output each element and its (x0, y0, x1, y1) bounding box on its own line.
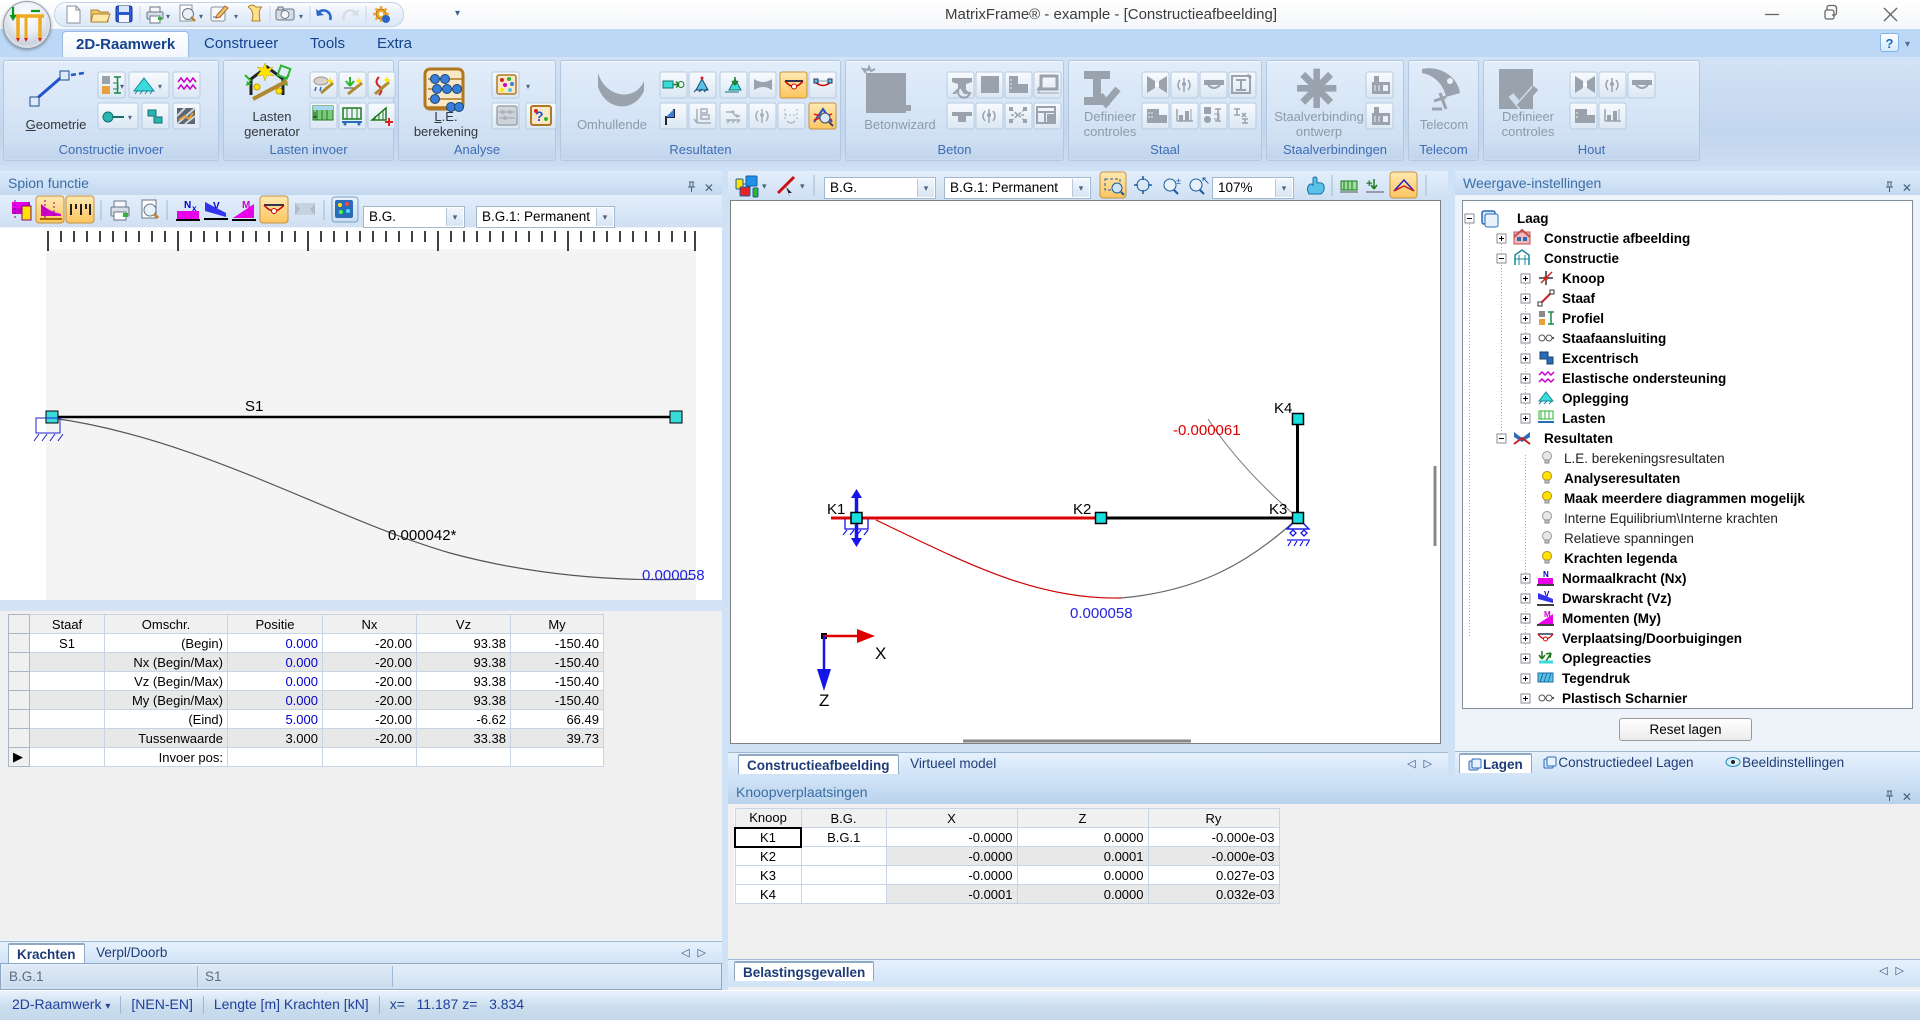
svg-text:Verplaatsing/Doorbuigingen: Verplaatsing/Doorbuigingen (1562, 631, 1742, 646)
svg-text:Relatieve spanningen: Relatieve spanningen (1564, 531, 1694, 546)
svg-text:Oplegging: Oplegging (1562, 391, 1629, 406)
svg-text:Staafaansluiting: Staafaansluiting (1562, 331, 1666, 346)
svg-text:Interne Equilibrium\Interne kr: Interne Equilibrium\Interne krachten (1564, 511, 1778, 526)
svg-text:Analyseresultaten: Analyseresultaten (1564, 471, 1680, 486)
svg-text:▾: ▾ (299, 12, 303, 21)
svg-text:Dwarskracht (Vz): Dwarskracht (Vz) (1562, 591, 1672, 606)
svg-text:▾: ▾ (199, 12, 203, 21)
svg-text:Resultaten: Resultaten (1544, 431, 1613, 446)
svg-text:L.E. berekeningsresultaten: L.E. berekeningsresultaten (1564, 451, 1725, 466)
svg-text:N: N (1543, 570, 1549, 579)
svg-text:Lasten: Lasten (1562, 411, 1606, 426)
svg-text:±: ± (1176, 176, 1181, 186)
svg-text:Tegendruk: Tegendruk (1562, 671, 1630, 686)
svg-text:-0.000061: -0.000061 (1173, 422, 1241, 439)
svg-text:0.000042*: 0.000042* (388, 527, 457, 544)
svg-text:Plastisch Scharnier: Plastisch Scharnier (1562, 691, 1688, 706)
svg-text:▾: ▾ (234, 12, 238, 21)
svg-text:Oplegreacties: Oplegreacties (1562, 651, 1651, 666)
svg-text:+: + (1366, 178, 1372, 190)
svg-text:Momenten (My): Momenten (My) (1562, 611, 1661, 626)
svg-text:S1: S1 (245, 398, 263, 415)
svg-text:Krachten legenda: Krachten legenda (1564, 551, 1678, 566)
svg-text:▾: ▾ (166, 12, 170, 21)
svg-text:▾: ▾ (800, 181, 805, 191)
svg-text:▾: ▾ (158, 82, 162, 91)
svg-text:Maak meerdere diagrammen mogel: Maak meerdere diagrammen mogelijk (1564, 491, 1805, 506)
svg-text:▾: ▾ (762, 181, 767, 191)
svg-text:0.000058: 0.000058 (642, 567, 705, 584)
svg-text:Elastische ondersteuning: Elastische ondersteuning (1562, 371, 1726, 386)
svg-text:Constructie: Constructie (1544, 251, 1620, 266)
svg-text:X: X (875, 644, 886, 663)
svg-text:Constructie afbeelding: Constructie afbeelding (1544, 231, 1690, 246)
svg-text:▾: ▾ (526, 82, 530, 91)
svg-text:▾: ▾ (120, 82, 124, 91)
svg-text:Laag: Laag (1517, 211, 1549, 226)
svg-text:N: N (184, 200, 191, 211)
svg-text:Staaf: Staaf (1562, 291, 1596, 306)
svg-text:K4: K4 (1274, 400, 1292, 417)
svg-text:K3: K3 (1269, 501, 1287, 518)
svg-text:Excentrisch: Excentrisch (1562, 351, 1639, 366)
svg-text:Knoop: Knoop (1562, 271, 1605, 286)
svg-text:0.000058: 0.000058 (1070, 605, 1133, 622)
svg-text:Z: Z (819, 691, 829, 710)
svg-text:↖: ↖ (1201, 175, 1210, 187)
svg-text:K1: K1 (827, 501, 845, 518)
svg-text:Profiel: Profiel (1562, 311, 1604, 326)
svg-text:K2: K2 (1073, 501, 1091, 518)
svg-text:▾: ▾ (128, 113, 132, 122)
svg-text:Normaalkracht (Nx): Normaalkracht (Nx) (1562, 571, 1687, 586)
